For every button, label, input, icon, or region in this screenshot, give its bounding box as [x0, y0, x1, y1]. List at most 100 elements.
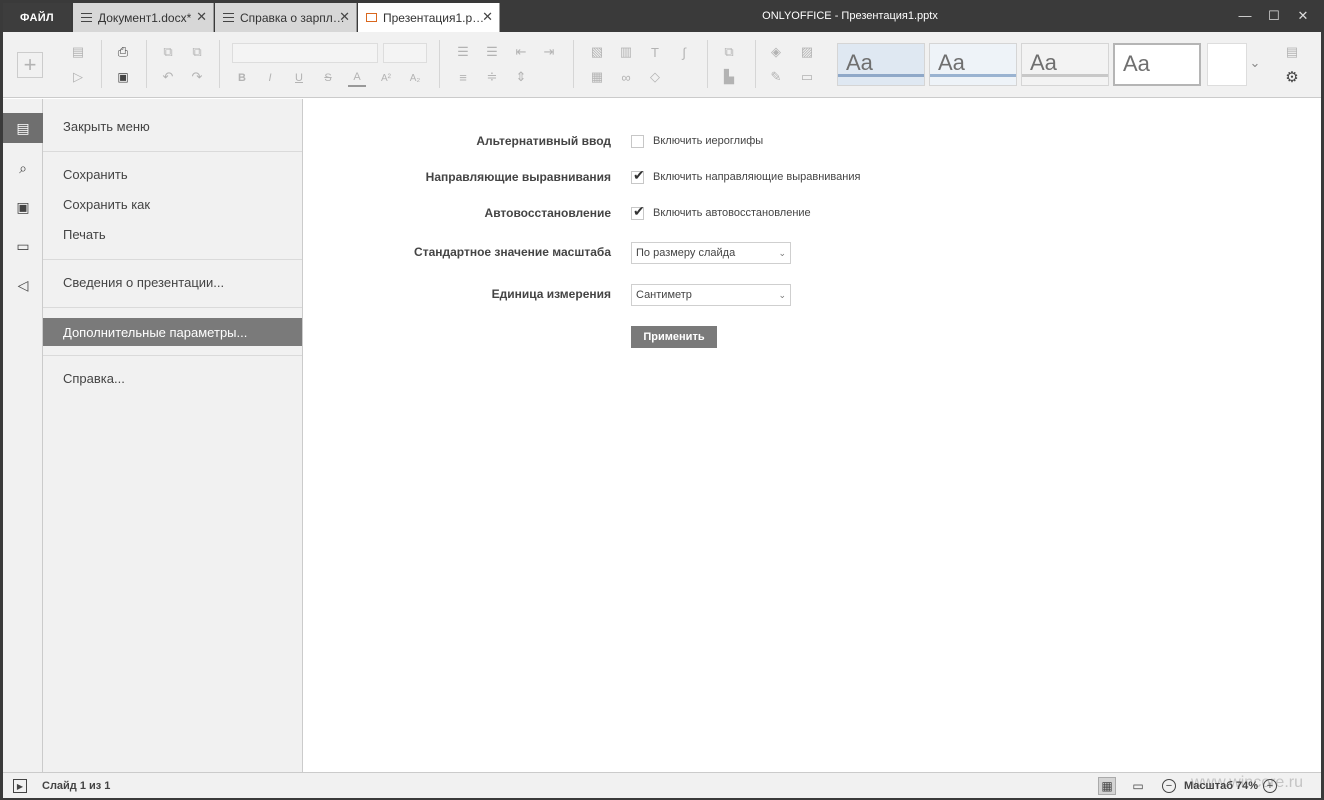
menu-divider: [43, 307, 302, 308]
search-icon[interactable]: ⌕: [3, 153, 43, 183]
decrease-indent-icon[interactable]: ⇤: [512, 43, 530, 61]
close-tab-icon[interactable]: ✕: [339, 10, 350, 23]
hieroglyphs-checkbox[interactable]: [631, 135, 644, 148]
align-left-icon[interactable]: ≡: [454, 68, 472, 86]
start-slideshow-icon[interactable]: ▷: [69, 68, 87, 86]
speaker-icon[interactable]: ◁: [3, 270, 43, 300]
menu-info[interactable]: Сведения о презентации...: [43, 268, 302, 296]
autorecover-checkbox-label[interactable]: Включить автовосстановление: [653, 207, 811, 219]
theme-gallery-empty: [1207, 43, 1247, 86]
window-title: ONLYOFFICE - Презентация1.pptx: [762, 10, 938, 22]
slide-size-icon[interactable]: ▭: [798, 68, 816, 86]
underline-icon[interactable]: U: [290, 69, 308, 87]
unit-select[interactable]: Сантиметр ⌄: [631, 284, 791, 306]
insert-chart-icon[interactable]: ▥: [617, 43, 635, 61]
theme-thumbnail[interactable]: Aa: [837, 43, 925, 86]
insert-textbox-icon[interactable]: T: [646, 43, 664, 61]
hyperlink-icon[interactable]: ∞: [617, 68, 635, 86]
superscript-icon[interactable]: A²: [377, 69, 395, 87]
menu-print[interactable]: Печать: [43, 220, 302, 248]
insert-equation-icon[interactable]: ∫: [675, 43, 693, 61]
gear-icon[interactable]: ⚙: [1283, 68, 1301, 86]
fit-width-icon[interactable]: ▭: [1129, 777, 1147, 795]
autorecover-checkbox[interactable]: ✔: [631, 203, 645, 220]
close-tab-icon[interactable]: ✕: [196, 10, 207, 23]
layout-icon[interactable]: ▤: [69, 43, 87, 61]
checkmark-icon: ✔: [633, 203, 645, 219]
unit-value: Сантиметр: [636, 289, 692, 301]
tab-document[interactable]: Документ1.docx* ✕: [73, 3, 214, 32]
menu-save[interactable]: Сохранить: [43, 160, 302, 188]
play-slideshow-icon[interactable]: ▶: [13, 779, 27, 793]
italic-icon[interactable]: I: [261, 69, 279, 87]
apply-button[interactable]: Применить: [631, 326, 717, 348]
increase-indent-icon[interactable]: ⇥: [540, 43, 558, 61]
zoom-in-icon[interactable]: +: [1263, 779, 1277, 793]
font-color-icon[interactable]: A: [348, 69, 366, 87]
separator: [101, 40, 102, 88]
numbered-list-icon[interactable]: ☰: [483, 43, 501, 61]
alignment-guides-checkbox-label[interactable]: Включить направляющие выравнивания: [653, 171, 860, 183]
theme-accent: [1022, 74, 1108, 77]
left-sidebar: ▤ ⌕ ▣ ▭ ◁: [3, 99, 43, 772]
insert-table-icon[interactable]: ▦: [588, 68, 606, 86]
default-zoom-label: Стандартное значение масштаба: [414, 245, 611, 259]
menu-advanced-settings[interactable]: Дополнительные параметры...: [43, 318, 302, 346]
advanced-settings-content: Альтернативный ввод Включить иероглифы Н…: [304, 99, 1321, 772]
font-size-select[interactable]: [383, 43, 427, 63]
maximize-icon[interactable]: ☐: [1266, 8, 1282, 24]
tab-presentation[interactable]: Презентация1.p… ✕: [358, 3, 500, 32]
clear-style-icon[interactable]: ◈: [767, 43, 785, 61]
close-tab-icon[interactable]: ✕: [482, 10, 493, 23]
checkmark-icon: ✔: [633, 167, 645, 183]
theme-label: Aa: [1123, 51, 1150, 76]
separator: [573, 40, 574, 88]
copy-style-icon[interactable]: ✎: [767, 68, 785, 86]
insert-image-icon[interactable]: ▧: [588, 43, 606, 61]
paste-icon[interactable]: ⧉: [188, 43, 206, 61]
close-window-icon[interactable]: ✕: [1295, 8, 1311, 24]
slide-background-icon[interactable]: ▨: [798, 43, 816, 61]
tab-label: Справка о зарпл…: [240, 10, 345, 25]
minimize-icon[interactable]: —: [1237, 8, 1253, 23]
zoom-level: Масштаб 74%: [1184, 780, 1259, 792]
theme-thumbnail[interactable]: Aa: [929, 43, 1017, 86]
menu-close[interactable]: Закрыть меню: [43, 112, 302, 140]
separator: [439, 40, 440, 88]
subscript-icon[interactable]: A₂: [406, 69, 424, 87]
theme-label: Aa: [846, 50, 873, 75]
font-family-select[interactable]: [232, 43, 378, 63]
menu-save-as[interactable]: Сохранить как: [43, 190, 302, 218]
view-settings-icon[interactable]: ▤: [1283, 43, 1301, 61]
file-menu-button[interactable]: ФАЙЛ: [3, 3, 71, 32]
save-icon[interactable]: ▣: [114, 68, 132, 86]
default-zoom-select[interactable]: По размеру слайда ⌄: [631, 242, 791, 264]
add-slide-icon[interactable]: +: [17, 52, 43, 78]
bold-icon[interactable]: B: [233, 69, 251, 87]
menu-help[interactable]: Справка...: [43, 364, 302, 392]
undo-icon[interactable]: ↶: [159, 68, 177, 86]
slides-icon[interactable]: ▣: [3, 192, 43, 222]
print-icon[interactable]: ⎙: [114, 43, 132, 61]
bullet-list-icon[interactable]: ☰: [454, 43, 472, 61]
tab-salary-reference[interactable]: Справка о зарпл… ✕: [215, 3, 357, 32]
hieroglyphs-checkbox-label[interactable]: Включить иероглифы: [653, 135, 763, 147]
redo-icon[interactable]: ↷: [188, 68, 206, 86]
menu-divider: [43, 259, 302, 260]
theme-thumbnail-selected[interactable]: Aa: [1113, 43, 1201, 86]
expand-themes-icon[interactable]: ⌄: [1246, 54, 1264, 72]
theme-thumbnail[interactable]: Aa: [1021, 43, 1109, 86]
line-spacing-icon[interactable]: ⇕: [512, 68, 530, 86]
arrange-icon[interactable]: ⧉: [720, 43, 738, 61]
comments-icon[interactable]: ▭: [3, 231, 43, 261]
vertical-align-icon[interactable]: ≑: [483, 68, 501, 86]
alignment-guides-checkbox[interactable]: ✔: [631, 167, 645, 184]
separator: [146, 40, 147, 88]
insert-shape-icon[interactable]: ◇: [646, 68, 664, 86]
copy-icon[interactable]: ⧉: [159, 43, 177, 61]
file-icon[interactable]: ▤: [3, 113, 43, 143]
zoom-out-icon[interactable]: −: [1162, 779, 1176, 793]
fit-slide-icon[interactable]: ▦: [1098, 777, 1116, 795]
align-shape-icon[interactable]: ▙: [720, 68, 738, 86]
strikethrough-icon[interactable]: S: [319, 69, 337, 87]
